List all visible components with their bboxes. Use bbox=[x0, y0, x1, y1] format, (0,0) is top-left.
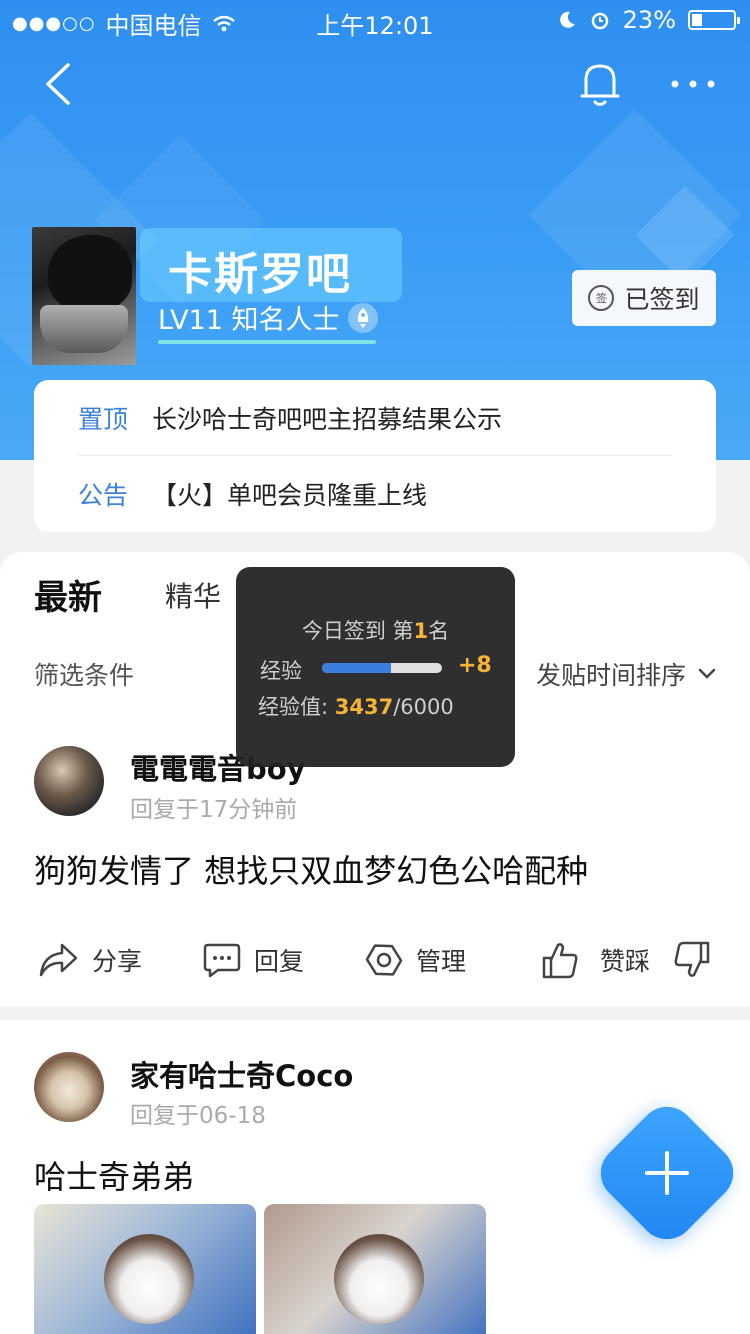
notice-tag: 公告 bbox=[78, 481, 129, 510]
notice-text: 【火】单吧会员隆重上线 bbox=[152, 481, 428, 510]
husky-photo-shape bbox=[104, 1234, 194, 1324]
status-bar: ●●●○○ 中国电信 上午12:01 23% bbox=[0, 0, 750, 40]
filter-button[interactable]: 筛选条件 bbox=[34, 656, 134, 692]
manage-label: 管理 bbox=[416, 947, 467, 976]
level-progress-bar bbox=[158, 340, 376, 344]
plus-icon[interactable] bbox=[612, 1118, 722, 1228]
moon-icon bbox=[559, 11, 575, 28]
exp-value: 经验值: 3437/6000 bbox=[258, 691, 454, 721]
exp-value-label: 经验值: bbox=[258, 695, 335, 719]
checkin-rank-text: 今日签到 第1名 bbox=[236, 615, 515, 645]
forum-name: 卡斯罗吧 bbox=[168, 249, 352, 300]
alarm-icon bbox=[591, 12, 608, 30]
notice-tag: 置顶 bbox=[78, 404, 129, 434]
post-username[interactable]: 家有哈士奇Coco bbox=[130, 1053, 353, 1095]
post-user-avatar[interactable] bbox=[34, 1052, 104, 1122]
vote-label-wrap: 赞踩 bbox=[600, 930, 650, 990]
notice-item-announcement[interactable]: 公告 【火】单吧会员隆重上线 bbox=[78, 456, 672, 532]
dislike-button[interactable] bbox=[672, 930, 712, 990]
sort-dropdown[interactable]: 发贴时间排序 bbox=[536, 656, 716, 692]
battery-icon bbox=[688, 10, 740, 30]
forum-level[interactable]: LV11 知名人士 bbox=[158, 298, 378, 337]
rank-prefix: 今日签到 第 bbox=[301, 619, 414, 643]
vote-label: 赞踩 bbox=[600, 947, 651, 976]
manage-icon bbox=[365, 944, 403, 976]
avatar-dog-shape bbox=[48, 235, 132, 311]
checkin-icon: 签 bbox=[588, 285, 615, 311]
like-button[interactable] bbox=[540, 930, 580, 990]
checkin-button[interactable]: 签 已签到 bbox=[572, 270, 716, 326]
thumbs-down-icon bbox=[674, 941, 710, 977]
level-progress-fill bbox=[158, 340, 376, 344]
back-icon[interactable] bbox=[38, 62, 78, 106]
rocket-icon bbox=[347, 302, 378, 333]
post-image-thumbnail[interactable] bbox=[264, 1204, 486, 1334]
exp-label: 经验 bbox=[260, 659, 302, 683]
share-label: 分享 bbox=[92, 947, 143, 976]
forum-avatar[interactable] bbox=[32, 227, 136, 365]
notice-text: 长沙哈士奇吧吧主招募结果公示 bbox=[152, 404, 503, 434]
level-text: LV11 知名人士 bbox=[158, 305, 340, 336]
post-title[interactable]: 哈士奇弟弟 bbox=[34, 1152, 194, 1198]
post-time: 回复于17分钟前 bbox=[130, 797, 298, 823]
post-image-thumbnail[interactable] bbox=[34, 1204, 256, 1334]
post-time: 回复于06-18 bbox=[130, 1103, 266, 1129]
manage-button[interactable]: 管理 bbox=[364, 930, 466, 990]
notice-item-pinned[interactable]: 置顶 长沙哈士奇吧吧主招募结果公示 bbox=[78, 380, 672, 456]
chevron-down-icon bbox=[698, 668, 716, 679]
rank-number: 1 bbox=[413, 619, 429, 643]
tab-newest[interactable]: 最新 bbox=[34, 570, 102, 619]
exp-progress-bar bbox=[322, 663, 442, 673]
post-divider bbox=[0, 1006, 750, 1020]
post-user-avatar[interactable] bbox=[34, 746, 104, 816]
more-icon[interactable] bbox=[668, 72, 718, 96]
thumbs-up-icon bbox=[542, 943, 578, 979]
exp-gain: +8 bbox=[458, 653, 492, 678]
reply-label: 回复 bbox=[254, 947, 305, 976]
exp-progress-fill bbox=[322, 663, 391, 673]
avatar-pot-shape bbox=[40, 305, 128, 353]
post-title[interactable]: 狗狗发情了 想找只双血梦幻色公哈配种 bbox=[34, 846, 588, 892]
post-actions-bar: 分享 回复 管理 赞踩 bbox=[0, 930, 750, 990]
share-icon bbox=[39, 943, 78, 977]
exp-value-total: /6000 bbox=[393, 695, 454, 719]
battery-percent: 23% bbox=[622, 6, 676, 34]
sort-label: 发贴时间排序 bbox=[535, 661, 686, 690]
comment-icon bbox=[203, 943, 241, 978]
reply-button[interactable]: 回复 bbox=[202, 930, 304, 990]
tab-best[interactable]: 精华 bbox=[165, 575, 221, 615]
notice-card: 置顶 长沙哈士奇吧吧主招募结果公示 公告 【火】单吧会员隆重上线 bbox=[34, 380, 716, 532]
exp-value-current: 3437 bbox=[334, 695, 394, 719]
share-button[interactable]: 分享 bbox=[38, 930, 142, 990]
rank-suffix: 名 bbox=[428, 619, 450, 643]
husky-photo-shape bbox=[334, 1234, 424, 1324]
checkin-label: 已签到 bbox=[624, 285, 700, 314]
checkin-result-tooltip: 今日签到 第1名 经验 +8 经验值: 3437/6000 bbox=[236, 567, 515, 767]
bell-icon[interactable] bbox=[578, 58, 622, 110]
